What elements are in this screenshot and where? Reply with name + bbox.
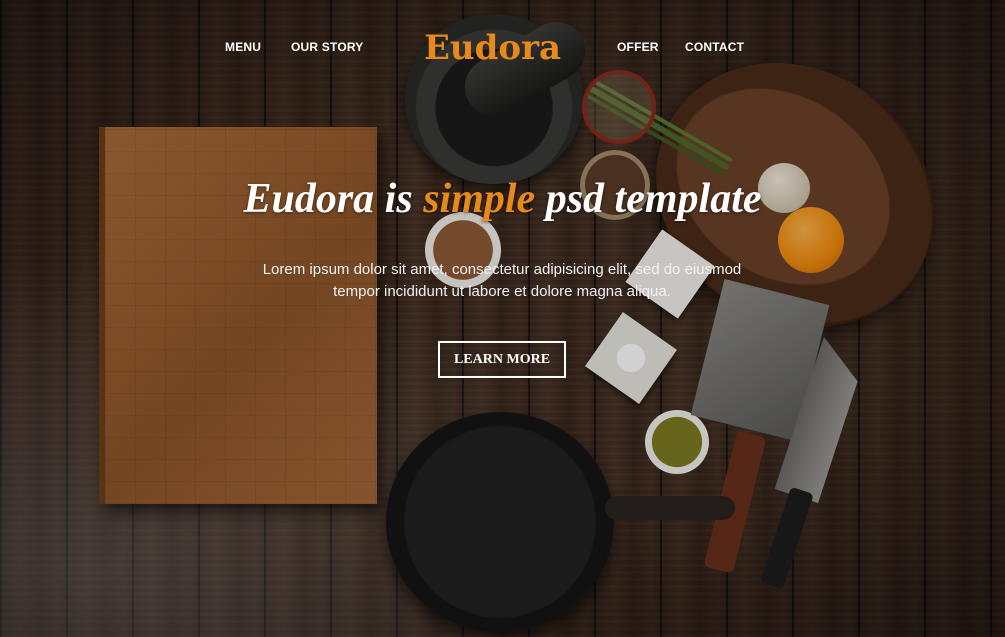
nav-item-menu[interactable]: MENU xyxy=(225,40,261,54)
headline-text-start: Eudora is xyxy=(243,176,424,222)
learn-more-button[interactable]: LEARN MORE xyxy=(438,341,566,378)
nav-item-offer[interactable]: OFFER xyxy=(617,40,659,54)
nav-item-contact[interactable]: CONTACT xyxy=(685,40,744,54)
nav-item-our-story[interactable]: OUR STORY xyxy=(291,40,363,54)
hero-description: Lorem ipsum dolor sit amet, consectetur … xyxy=(262,261,742,300)
headline-accent-word: simple xyxy=(423,176,536,222)
top-navigation: MENU OUR STORY Eudora OFFER CONTACT xyxy=(0,0,1005,96)
headline-text-end: psd template xyxy=(535,176,762,222)
site-logo[interactable]: Eudora xyxy=(424,28,561,68)
hero-headline: Eudora is simple psd template xyxy=(0,175,1005,223)
